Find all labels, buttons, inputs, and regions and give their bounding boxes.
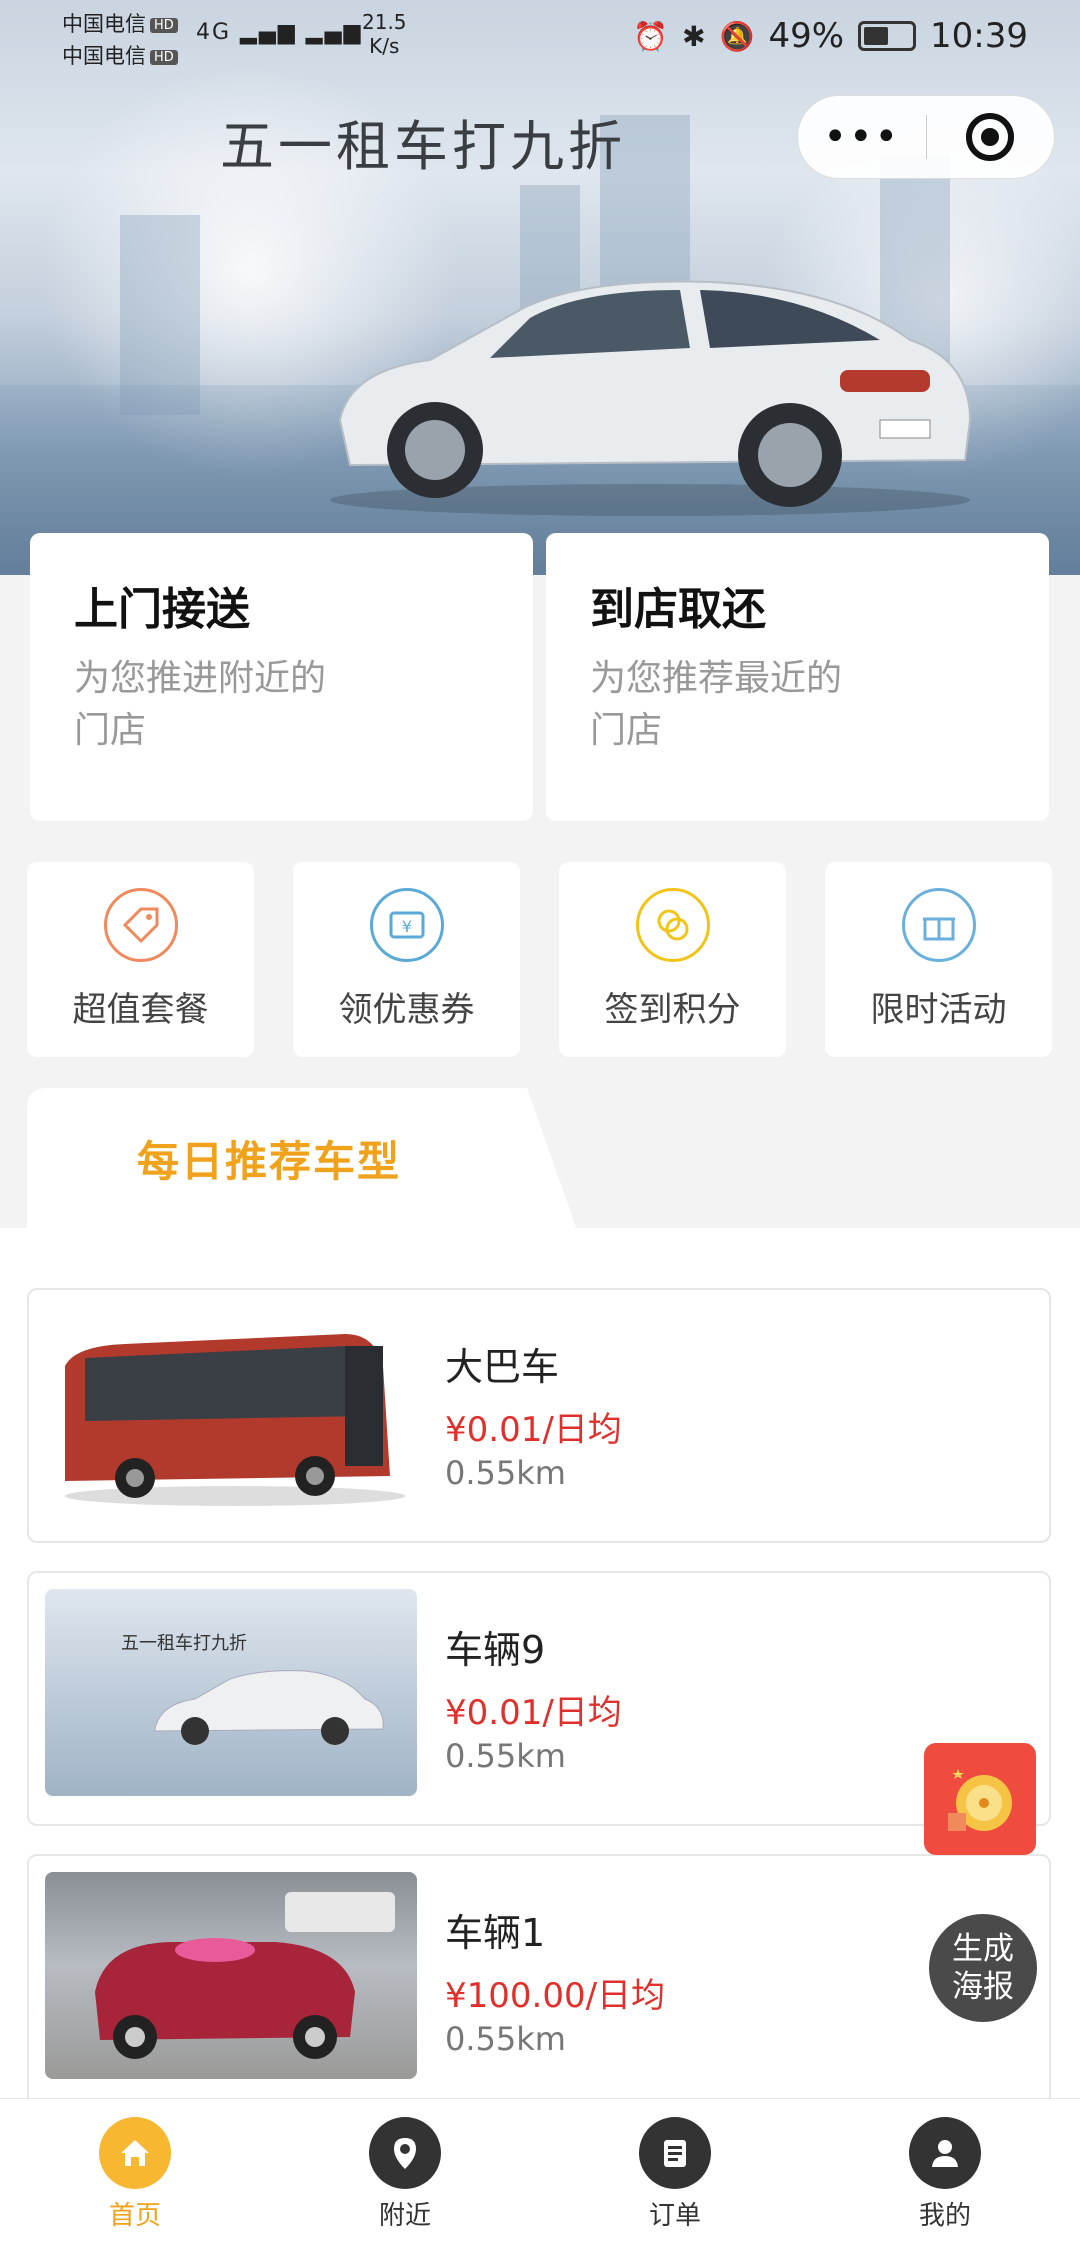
carrier-1-label: 中国电信 [62,12,146,36]
feature-label: 签到积分 [604,990,741,1030]
tab-label: 首页 [108,2201,161,2231]
generate-poster-button[interactable]: 生成 海报 [929,1914,1037,2022]
svg-text:¥: ¥ [401,917,411,936]
coupon-icon: ¥ [369,888,444,962]
car-price: ¥0.01/日均 [445,1410,622,1450]
car-item-bus[interactable]: 大巴车 ¥0.01/日均 0.55km [27,1288,1051,1543]
store-pickup-card[interactable]: 到店取还 为您推荐最近的门店 [546,533,1049,821]
target-icon [966,113,1015,161]
carrier-2-label: 中国电信 [62,44,146,68]
tab-label: 订单 [648,2201,701,2231]
battery-icon [858,21,917,51]
hero-car-image [330,280,972,516]
tab-home[interactable]: 首页 [0,2099,270,2244]
status-bar: 中国电信 HD 中国电信 HD 4G ▂▄▆ ▂▄▆ 21.5 K/s ⏰ ✱ 🔕 … [0,0,1080,80]
tab-orders[interactable]: 订单 [540,2099,810,2244]
tab-label: 我的 [918,2201,971,2231]
network-speed: 21.5 K/s [362,10,407,58]
service-subtitle: 为您推荐最近的门店 [590,658,843,751]
door-pickup-card[interactable]: 上门接送 为您推进附近的门店 [30,533,533,821]
service-title: 到店取还 [590,584,766,635]
feature-label: 领优惠券 [338,990,475,1030]
car-name: 车辆9 [445,1628,546,1672]
more-menu-button[interactable]: ••• [798,117,926,157]
network-type: 4G [196,20,232,45]
feature-label: 超值套餐 [72,990,209,1030]
carrier-1: 中国电信 HD [62,8,178,38]
feature-coupon[interactable]: ¥ 领优惠券 [293,862,520,1057]
feature-package[interactable]: 超值套餐 [27,862,254,1057]
car-distance: 0.55km [445,1454,566,1492]
lottery-wheel-icon [948,1769,1012,1831]
alarm-icon: ⏰ [633,19,669,53]
order-list-icon [639,2117,711,2189]
bluetooth-icon: ✱ [682,19,706,53]
lottery-wheel-button[interactable] [924,1743,1036,1855]
gift-icon [901,888,976,962]
poster-line-1: 生成 [952,1931,1014,1967]
recommend-tab[interactable]: 每日推荐车型 [27,1088,577,1230]
status-right: ⏰ ✱ 🔕 49% 10:39 [633,16,1028,56]
car-item-9[interactable]: 五一租车打九折 车辆9 ¥0.01/日均 0.55km [27,1571,1051,1826]
car-distance: 0.55km [445,1737,566,1775]
home-icon [99,2117,171,2189]
signal-icon: 4G ▂▄▆ ▂▄▆ [196,20,363,45]
car-image [45,1306,417,1513]
car-name: 车辆1 [445,1911,546,1955]
mute-icon: 🔕 [719,19,755,53]
battery-percent: 49% [768,16,845,56]
recommend-tab-label: 每日推荐车型 [137,1137,402,1186]
car-name: 大巴车 [445,1345,560,1389]
speed-value: 21.5 [362,10,407,34]
target-dot [981,128,1000,146]
feature-label: 限时活动 [870,990,1007,1030]
carrier-2: 中国电信 HD [62,40,178,70]
feature-activity[interactable]: 限时活动 [825,862,1052,1057]
hero-title: 五一租车打九折 [220,115,626,178]
coins-icon [635,888,710,962]
speed-unit: K/s [369,34,400,58]
car-image: 五一租车打九折 [45,1589,417,1796]
feature-checkin[interactable]: 签到积分 [559,862,786,1057]
service-subtitle: 为您推进附近的门店 [74,658,327,751]
car-price: ¥100.00/日均 [445,1976,666,2016]
tag-icon [103,888,178,962]
tab-label: 附近 [378,2201,431,2231]
service-title: 上门接送 [74,584,250,635]
hd-badge: HD [150,49,178,65]
hero-banner[interactable]: 五一租车打九折 [0,0,1080,575]
car-distance: 0.55km [445,2020,566,2058]
hd-badge: HD [150,17,178,33]
bottom-tab-bar: 首页 附近 订单 我的 [0,2098,1080,2244]
clock-time: 10:39 [930,16,1028,56]
tab-nearby[interactable]: 附近 [270,2099,540,2244]
tab-mine[interactable]: 我的 [810,2099,1080,2244]
user-icon [909,2117,981,2189]
miniprogram-capsule: ••• [797,95,1055,179]
car-item-1[interactable]: 车辆1 ¥100.00/日均 0.55km [27,1854,1051,2109]
car-image [45,1872,417,2079]
car-price: ¥0.01/日均 [445,1693,622,1733]
location-pin-icon [369,2117,441,2189]
poster-line-2: 海报 [952,1969,1014,2005]
close-miniprogram-button[interactable] [927,113,1055,161]
